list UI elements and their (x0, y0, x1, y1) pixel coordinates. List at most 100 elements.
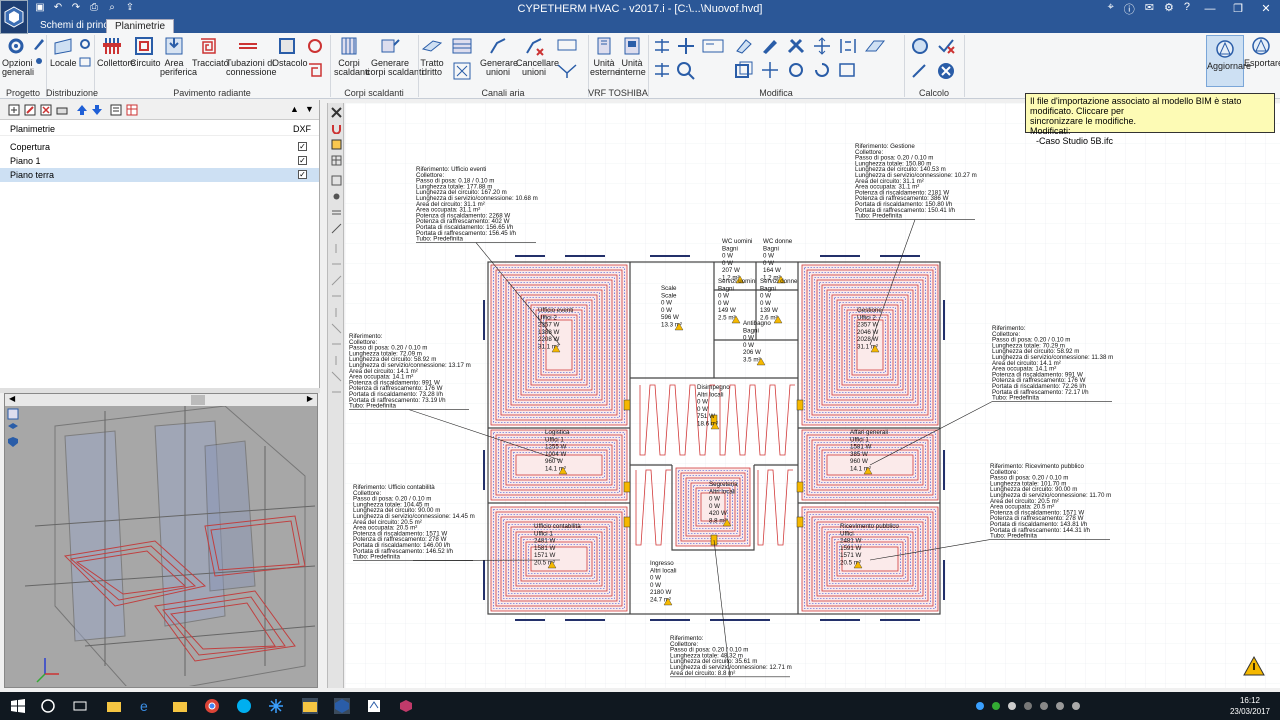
arrow-down-icon[interactable] (91, 104, 103, 116)
collettore-button[interactable]: Collettore (97, 35, 136, 68)
room-copy-icon[interactable] (78, 55, 98, 75)
snap-point-icon[interactable] (331, 191, 342, 202)
copy-rect-icon[interactable] (734, 61, 754, 81)
arrow-up-icon[interactable] (76, 104, 88, 116)
collector-marker[interactable] (796, 399, 804, 411)
refresh-icon[interactable] (812, 61, 832, 81)
scroll-right-icon[interactable]: ▶ (307, 394, 313, 403)
chrome-icon[interactable] (204, 698, 220, 714)
snap-tan-icon[interactable] (331, 339, 342, 350)
minimize-button[interactable]: — (1196, 0, 1224, 18)
generare-unioni-button[interactable]: Generare unioni (480, 35, 518, 77)
mail-icon[interactable]: ✉ (1145, 1, 1154, 17)
collector-marker[interactable] (623, 481, 631, 493)
close-view-icon[interactable] (331, 107, 342, 118)
circuit-route-icon[interactable] (306, 61, 326, 81)
close-button[interactable]: ✕ (1252, 0, 1280, 18)
copy-icon[interactable] (864, 37, 886, 57)
pencil-icon[interactable] (760, 37, 780, 57)
cancellare-unioni-button[interactable]: Cancellare unioni (516, 35, 559, 77)
folder-icon[interactable] (172, 698, 188, 714)
dxf-checkbox[interactable]: ✓ (298, 170, 307, 179)
calc-icon[interactable] (910, 37, 930, 57)
move-icon[interactable] (676, 37, 696, 57)
cube-app-icon[interactable] (398, 698, 414, 714)
3d-view-scrollbar[interactable]: ◀ ▶ (5, 394, 317, 406)
locale-button[interactable]: Locale (50, 35, 77, 68)
check-icon[interactable] (936, 37, 956, 57)
snap-par-icon[interactable] (331, 371, 342, 382)
wand-icon[interactable] (910, 61, 930, 81)
magnet-icon[interactable] (331, 123, 342, 135)
scroll-up-icon[interactable]: ▲ (290, 104, 302, 116)
circuito-button[interactable]: Circuito (130, 35, 161, 68)
edge-icon[interactable]: e (138, 698, 154, 714)
dxf-checkbox[interactable]: ✓ (298, 156, 307, 165)
snap-center-icon[interactable] (331, 291, 342, 302)
delete-icon[interactable] (40, 104, 52, 116)
3d-view[interactable]: ◀ ▶ (4, 393, 318, 688)
unita-esterne-button[interactable]: Unità esterne (590, 35, 620, 77)
folder-active-icon[interactable] (302, 698, 318, 714)
maximize-button[interactable]: ❐ (1224, 0, 1252, 18)
esportare-button[interactable]: Esportare (1244, 35, 1280, 68)
rotate-icon[interactable] (786, 61, 806, 81)
mirror-icon[interactable] (838, 37, 858, 57)
snap-perp-icon[interactable] (331, 275, 342, 286)
generare-corpi-scaldanti-button[interactable]: Generare corpi scaldanti (366, 35, 424, 77)
opzioni-generali-button[interactable]: Opzioni generali (2, 35, 34, 77)
drawing-canvas[interactable]: Ufficio eventi Uffici 2 2357 W 1388 W 2208 W… (345, 103, 1280, 688)
binoculars-icon[interactable]: ⌖ (1108, 1, 1114, 17)
snowflake-icon[interactable] (268, 698, 284, 714)
app-logo-icon[interactable] (0, 0, 28, 34)
duct-rect-icon[interactable] (556, 37, 577, 57)
search-icon[interactable] (40, 698, 56, 714)
heating-circuit[interactable] (490, 264, 628, 426)
align-icon[interactable] (652, 37, 672, 57)
list-item[interactable]: Copertura ✓ (0, 140, 319, 154)
snap-end-icon[interactable] (331, 243, 342, 254)
collector-marker[interactable] (796, 516, 804, 528)
object-snap-icon[interactable] (331, 139, 342, 150)
scroll-thumb[interactable] (191, 395, 205, 405)
scroll-left-icon[interactable]: ◀ (9, 394, 15, 403)
area-periferica-button[interactable]: Area periferica (160, 35, 197, 77)
tubazioni-connessione-button[interactable]: Tubazioni di connessione (226, 35, 277, 77)
delete-icon[interactable] (786, 37, 806, 57)
list-item[interactable]: Piano terra ✓ (0, 168, 319, 182)
cype-app-icon[interactable] (334, 698, 350, 714)
tratto-dritto-button[interactable]: Tratto dritto (420, 35, 444, 77)
duct-diffuser-icon[interactable] (452, 61, 472, 81)
list-icon[interactable] (110, 104, 122, 116)
pin-small-icon[interactable] (32, 55, 52, 75)
stretch-icon[interactable] (760, 61, 780, 81)
add-icon[interactable] (8, 104, 20, 116)
aggiornare-button[interactable]: Aggiornare (1206, 35, 1251, 87)
layers-icon[interactable] (331, 207, 342, 218)
list-item[interactable]: Piano 1 ✓ (0, 154, 319, 168)
corpi-scaldanti-button[interactable]: Corpi scaldanti (334, 35, 370, 77)
eraser-icon[interactable] (734, 37, 754, 57)
dxf-checkbox[interactable]: ✓ (298, 142, 307, 151)
task-view-icon[interactable] (72, 698, 88, 714)
grid-icon[interactable] (331, 155, 342, 166)
windows-start-icon[interactable] (10, 698, 26, 714)
zoom-icon[interactable] (676, 61, 696, 81)
edit-small-icon[interactable] (32, 37, 52, 57)
cype-alt-icon[interactable] (366, 698, 382, 714)
collector-marker[interactable] (796, 481, 804, 493)
move-arrows-icon[interactable] (812, 37, 832, 57)
file-explorer-icon[interactable] (106, 698, 122, 714)
print-icon[interactable] (56, 104, 68, 116)
collector-marker[interactable] (623, 399, 631, 411)
table-icon[interactable] (126, 104, 138, 116)
duct-grid-icon[interactable] (452, 37, 472, 57)
settings-icon[interactable]: ⚙ (1164, 1, 1174, 17)
unita-interne-button[interactable]: Unità interne (618, 35, 646, 77)
snap-mid-icon[interactable] (331, 259, 342, 270)
help-icon[interactable]: ? (1184, 1, 1190, 17)
snap-ext-icon[interactable] (331, 355, 342, 366)
edit-icon[interactable] (24, 104, 36, 116)
snap-quad-icon[interactable] (331, 387, 342, 398)
duct-branch-icon[interactable] (556, 61, 577, 81)
